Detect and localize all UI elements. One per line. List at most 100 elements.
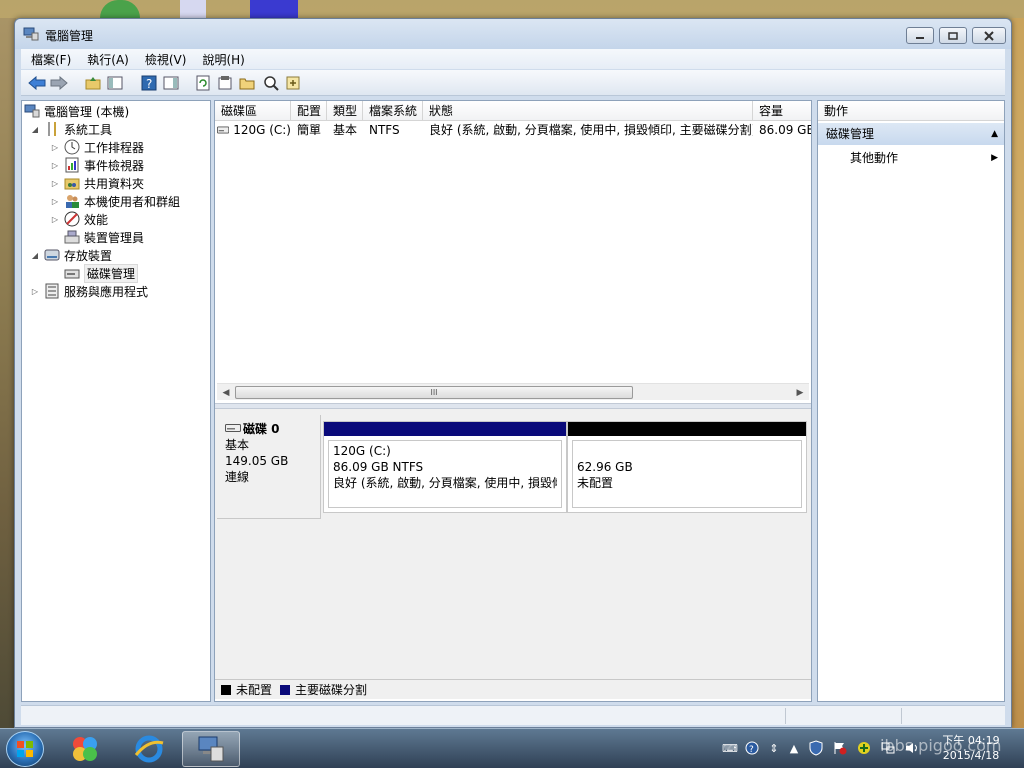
- volume-row[interactable]: 120G (C:) 簡單 基本 NTFS 良好 (系統, 啟動, 分頁檔案, 使…: [215, 121, 811, 139]
- services-icon: [44, 283, 60, 299]
- grip-icon: III: [430, 388, 438, 397]
- taskbar-internet-explorer[interactable]: [120, 731, 178, 767]
- windows-logo-icon: [17, 741, 33, 757]
- help-icon[interactable]: ?: [139, 73, 159, 93]
- tree-item-services-apps[interactable]: ▷ 服務與應用程式: [30, 282, 148, 300]
- collapsed-arrow-icon[interactable]: ▷: [50, 160, 60, 170]
- up-folder-icon[interactable]: [83, 73, 103, 93]
- taskbar: ⌨ ? ⇕ ▲ 下午 04:19 2015/4/18: [0, 728, 1024, 768]
- close-button[interactable]: [972, 27, 1006, 44]
- window-title: 電腦管理: [45, 29, 94, 43]
- disk-info[interactable]: 磁碟 0 基本 149.05 GB 連線: [217, 415, 321, 519]
- partition-size-fs: 86.09 GB NTFS: [333, 460, 424, 474]
- tree-item-disk-management[interactable]: 磁碟管理: [64, 263, 139, 283]
- properties-icon[interactable]: [215, 73, 235, 93]
- tree-item-event-viewer[interactable]: ▷ 事件檢視器: [50, 156, 144, 174]
- menu-file[interactable]: 檔案(F): [21, 51, 77, 68]
- collapsed-arrow-icon[interactable]: ▷: [50, 214, 60, 224]
- column-capacity[interactable]: 容量: [753, 101, 811, 121]
- legend-unallocated: 未配置: [236, 683, 273, 697]
- help-topics-icon[interactable]: [283, 73, 303, 93]
- performance-icon: [64, 211, 80, 227]
- tree-item-label: 存放裝置: [64, 248, 113, 263]
- partition-status: 未配置: [577, 476, 614, 490]
- status-divider: [901, 708, 902, 724]
- tray-options-icon[interactable]: ⇕: [766, 740, 782, 756]
- expanded-arrow-icon[interactable]: ◢: [30, 124, 40, 134]
- open-folder-icon[interactable]: [237, 73, 257, 93]
- volume-cell: 120G (C:): [215, 121, 291, 139]
- desktop-right-edge: [1012, 18, 1024, 728]
- actions-section-disk-management[interactable]: 磁碟管理 ▲: [818, 123, 1004, 145]
- capacity-cell: 86.09 GB: [759, 123, 811, 137]
- title-bar[interactable]: 電腦管理: [15, 19, 1011, 49]
- show-hidden-icons-icon[interactable]: ▲: [786, 740, 802, 756]
- scroll-right-icon[interactable]: ▶: [793, 386, 807, 399]
- navigation-tree: 電腦管理 (本機) ◢ 系統工具 ▷ 工作排程器 ▷ 事件檢視器 ▷ 共用資料夾…: [21, 100, 211, 702]
- partition-unallocated[interactable]: 62.96 GB 未配置: [567, 421, 807, 513]
- tree-item-system-tools[interactable]: ◢ 系統工具: [30, 120, 112, 138]
- scrollbar-thumb[interactable]: III: [235, 386, 633, 399]
- keyboard-icon[interactable]: ⌨: [722, 740, 738, 756]
- column-type[interactable]: 類型: [327, 101, 363, 121]
- menu-view[interactable]: 檢視(V): [135, 51, 193, 68]
- taskbar-computer-management[interactable]: [182, 731, 240, 767]
- column-volume[interactable]: 磁碟區: [215, 101, 291, 121]
- security-shield-icon[interactable]: [808, 740, 824, 756]
- start-button[interactable]: [6, 731, 44, 767]
- action-more-actions[interactable]: 其他動作 ▶: [818, 148, 1004, 168]
- taskbar-app-colorful[interactable]: [56, 731, 114, 767]
- show-hide-action-pane-icon[interactable]: [161, 73, 181, 93]
- tree-item-root[interactable]: 電腦管理 (本機): [24, 102, 129, 120]
- partition-label: 120G (C:): [333, 444, 391, 458]
- menu-action[interactable]: 執行(A): [77, 51, 135, 68]
- tree-item-shared-folders[interactable]: ▷ 共用資料夾: [50, 174, 144, 192]
- tree-item-label: 工作排程器: [84, 140, 145, 155]
- legend-swatch-unallocated: [221, 684, 231, 695]
- tree-item-task-scheduler[interactable]: ▷ 工作排程器: [50, 138, 144, 156]
- column-filesystem[interactable]: 檔案系統: [363, 101, 423, 121]
- tree-item-label: 裝置管理員: [84, 230, 145, 245]
- collapse-up-icon[interactable]: ▲: [991, 123, 998, 145]
- partition-c[interactable]: 120G (C:) 86.09 GB NTFS 良好 (系統, 啟動, 分頁檔案…: [323, 421, 567, 513]
- disk-graphical-view: 磁碟 0 基本 149.05 GB 連線 120G (C:) 86.09 GB …: [215, 409, 811, 691]
- computer-management-icon: [23, 27, 39, 41]
- filesystem-cell: NTFS: [369, 123, 400, 137]
- tree-item-local-users[interactable]: ▷ 本機使用者和群組: [50, 192, 180, 210]
- action-center-flag-icon[interactable]: [832, 740, 848, 756]
- forward-arrow-icon[interactable]: [49, 73, 69, 93]
- actions-header: 動作: [818, 101, 1004, 121]
- column-status[interactable]: 狀態: [423, 101, 753, 121]
- storage-icon: [44, 247, 60, 263]
- expanded-arrow-icon[interactable]: ◢: [30, 250, 40, 260]
- add-green-icon[interactable]: [856, 740, 872, 756]
- tree-item-performance[interactable]: ▷ 效能: [50, 210, 108, 228]
- legend: 未配置 主要磁碟分割: [215, 679, 811, 699]
- help-tray-icon[interactable]: ?: [744, 740, 760, 756]
- show-hide-tree-icon[interactable]: [105, 73, 125, 93]
- rescan-disks-icon[interactable]: [261, 73, 281, 93]
- tree-item-storage[interactable]: ◢ 存放裝置: [30, 246, 112, 264]
- tree-item-label: 事件檢視器: [84, 158, 145, 173]
- toolbar: ?: [21, 70, 1005, 96]
- tree-item-label: 系統工具: [64, 122, 113, 137]
- collapsed-arrow-icon[interactable]: ▷: [50, 196, 60, 206]
- horizontal-scrollbar[interactable]: ◀ III ▶: [217, 383, 809, 400]
- menu-help[interactable]: 說明(H): [192, 51, 250, 68]
- scroll-left-icon[interactable]: ◀: [219, 386, 233, 399]
- minimize-button[interactable]: [906, 27, 934, 44]
- layout-cell: 簡單: [297, 123, 322, 137]
- submenu-arrow-icon: ▶: [991, 153, 998, 163]
- tree-item-label: 磁碟管理: [84, 263, 139, 283]
- refresh-icon[interactable]: [193, 73, 213, 93]
- partition-label: [577, 443, 797, 459]
- back-arrow-icon[interactable]: [27, 73, 47, 93]
- tree-item-device-manager[interactable]: 裝置管理員: [64, 228, 144, 246]
- collapsed-arrow-icon[interactable]: ▷: [50, 178, 60, 188]
- status-bar: [21, 705, 1005, 725]
- column-layout[interactable]: 配置: [291, 101, 327, 121]
- collapsed-arrow-icon[interactable]: ▷: [50, 142, 60, 152]
- collapsed-arrow-icon[interactable]: ▷: [30, 286, 40, 296]
- type-cell: 基本: [333, 123, 358, 137]
- maximize-button[interactable]: [939, 27, 967, 44]
